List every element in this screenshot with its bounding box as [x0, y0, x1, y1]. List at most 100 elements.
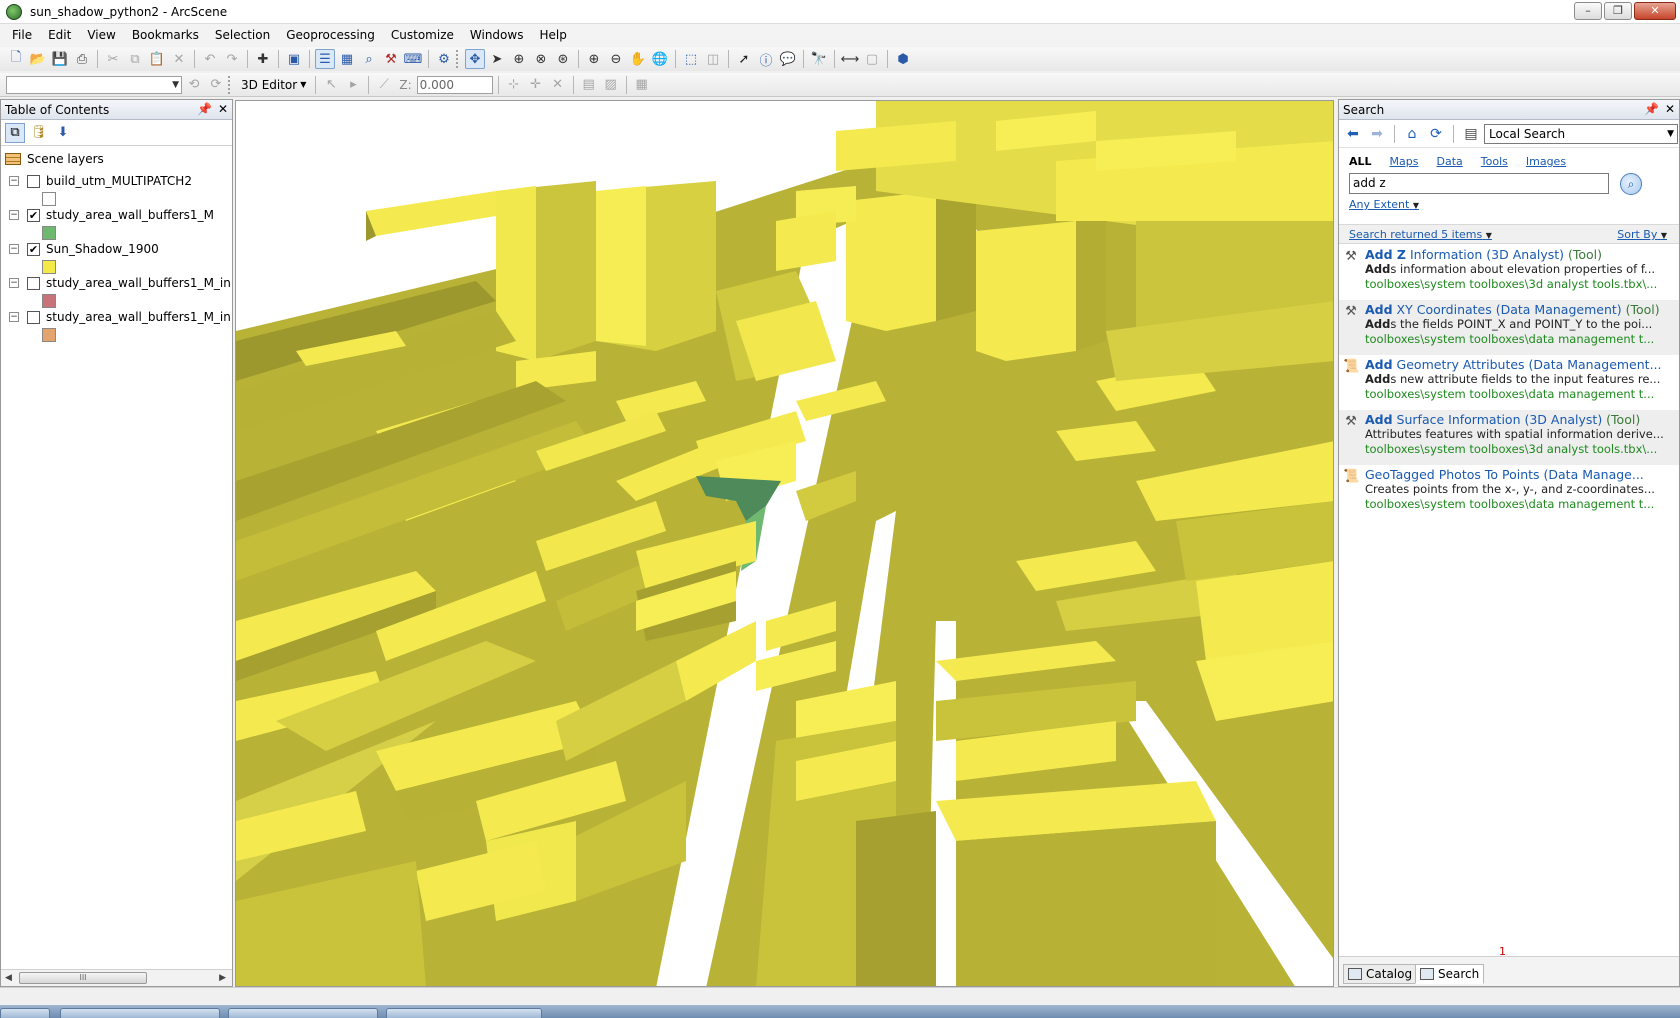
- move-icon[interactable]: ▸: [343, 75, 363, 95]
- navigate-icon[interactable]: ✥: [465, 49, 485, 69]
- toolbar-grip[interactable]: [228, 75, 232, 94]
- sketch-icon[interactable]: ⟋: [374, 75, 394, 95]
- layer-name[interactable]: build_utm_MULTIPATCH2: [46, 174, 231, 188]
- scroll-right-icon[interactable]: ▶: [219, 973, 226, 983]
- search-result[interactable]: 📜 GeoTagged Photos To Points (Data Manag…: [1339, 465, 1679, 520]
- menu-file[interactable]: File: [4, 25, 40, 45]
- python-window-icon[interactable]: ⌨: [403, 49, 423, 69]
- search-options-icon[interactable]: ▤: [1461, 124, 1481, 144]
- graphics-icon[interactable]: ▢: [862, 49, 882, 69]
- flicker-icon[interactable]: ⟳: [206, 75, 226, 95]
- pan-hand-icon[interactable]: ✋: [628, 49, 648, 69]
- filter-maps[interactable]: Maps: [1390, 155, 1419, 168]
- start-button[interactable]: [0, 1008, 50, 1018]
- undo-icon[interactable]: ↶: [200, 49, 220, 69]
- add-data-icon[interactable]: ✚: [253, 49, 273, 69]
- menu-geoprocessing[interactable]: Geoprocessing: [278, 25, 383, 45]
- layer-name[interactable]: study_area_wall_buffers1_M_inters: [46, 310, 231, 324]
- copy-icon[interactable]: ⧉: [125, 49, 145, 69]
- 3d-buildings-render[interactable]: [236, 101, 1334, 987]
- find-binoculars-icon[interactable]: 🔭: [809, 49, 829, 69]
- toolbar-grip[interactable]: [456, 50, 460, 68]
- z-value-input[interactable]: 0.000: [416, 75, 493, 94]
- tab-search[interactable]: Search: [1415, 964, 1485, 984]
- filter-images[interactable]: Images: [1526, 155, 1566, 168]
- catalog-window-icon[interactable]: ▦: [337, 49, 357, 69]
- result-title[interactable]: GeoTagged Photos To Points (Data Manage.…: [1365, 467, 1675, 482]
- back-arrow-icon[interactable]: ⬅: [1343, 124, 1363, 144]
- refresh-icon[interactable]: ⟳: [1426, 124, 1446, 144]
- layer-item[interactable]: − ✔ study_area_wall_buffers1_M: [9, 208, 231, 244]
- scene-properties-icon[interactable]: ▣: [284, 49, 304, 69]
- layer-symbol-swatch[interactable]: [42, 192, 56, 206]
- search-result[interactable]: 📜 Add Geometry Attributes (Data Manageme…: [1339, 355, 1679, 410]
- collapse-icon[interactable]: −: [9, 210, 19, 220]
- save-icon[interactable]: 💾: [50, 49, 70, 69]
- filter-all[interactable]: ALL: [1349, 155, 1372, 168]
- paste-icon[interactable]: 📋: [147, 49, 167, 69]
- layer-item[interactable]: − build_utm_MULTIPATCH2: [9, 174, 231, 210]
- fly-icon[interactable]: ➤: [487, 49, 507, 69]
- layer-item[interactable]: − study_area_wall_buffers1_M_inters: [9, 276, 231, 312]
- measure-icon[interactable]: ⟷: [840, 49, 860, 69]
- menu-edit[interactable]: Edit: [40, 25, 79, 45]
- menu-customize[interactable]: Customize: [383, 25, 462, 45]
- cut-icon[interactable]: ✂: [103, 49, 123, 69]
- swipe-icon[interactable]: ⟲: [184, 75, 204, 95]
- print-icon[interactable]: ⎙: [72, 49, 92, 69]
- toc-horizontal-scrollbar[interactable]: ◀ III ▶: [1, 969, 232, 986]
- menu-help[interactable]: Help: [531, 25, 574, 45]
- result-path[interactable]: toolboxes\system toolboxes\data manageme…: [1365, 332, 1673, 346]
- auto-hide-pin-icon[interactable]: 📌: [197, 102, 212, 116]
- rotate-icon[interactable]: ✕: [548, 75, 568, 95]
- collapse-icon[interactable]: −: [9, 244, 19, 254]
- create-features-icon[interactable]: ▦: [632, 75, 652, 95]
- zoom-in-icon[interactable]: ⊕: [584, 49, 604, 69]
- html-popup-icon[interactable]: 💬: [778, 49, 798, 69]
- result-title[interactable]: Add Surface Information (3D Analyst) (To…: [1365, 412, 1675, 427]
- sketch-properties-icon[interactable]: ▨: [601, 75, 621, 95]
- restore-button[interactable]: ❐: [1604, 2, 1632, 20]
- result-title[interactable]: Add XY Coordinates (Data Management) (To…: [1365, 302, 1675, 317]
- list-by-drawing-order-icon[interactable]: ⧉: [5, 122, 25, 143]
- zoom-to-target-icon[interactable]: ⊗: [531, 49, 551, 69]
- auto-hide-pin-icon[interactable]: 📌: [1644, 102, 1659, 116]
- full-extent-globe-icon[interactable]: 🌐: [650, 49, 670, 69]
- result-path[interactable]: toolboxes\system toolboxes\3d analyst to…: [1365, 442, 1673, 456]
- result-path[interactable]: toolboxes\system toolboxes\3d analyst to…: [1365, 277, 1673, 291]
- home-icon[interactable]: ⌂: [1402, 124, 1422, 144]
- search-scope-dropdown[interactable]: Local Search ▼: [1484, 124, 1678, 144]
- search-input[interactable]: add z: [1349, 173, 1609, 194]
- forward-arrow-icon[interactable]: ➡: [1367, 124, 1387, 144]
- layer-symbol-swatch[interactable]: [42, 294, 56, 308]
- layer-name[interactable]: study_area_wall_buffers1_M_inters: [46, 276, 231, 290]
- search-result[interactable]: ⚒ Add XY Coordinates (Data Management) (…: [1339, 300, 1679, 355]
- close-icon[interactable]: ✕: [1665, 102, 1675, 116]
- tab-catalog[interactable]: Catalog: [1343, 964, 1418, 984]
- layer-item[interactable]: − study_area_wall_buffers1_M_inters: [9, 310, 231, 346]
- redo-icon[interactable]: ↷: [222, 49, 242, 69]
- collapse-icon[interactable]: −: [9, 278, 19, 288]
- menu-bookmarks[interactable]: Bookmarks: [124, 25, 207, 45]
- delete-icon[interactable]: ✕: [169, 49, 189, 69]
- results-page-number[interactable]: 1: [1499, 945, 1506, 958]
- layer-visibility-checkbox[interactable]: [27, 175, 40, 188]
- set-observer-icon[interactable]: ⊛: [553, 49, 573, 69]
- extent-dropdown[interactable]: Any Extent ▼: [1349, 198, 1419, 211]
- filter-tools[interactable]: Tools: [1481, 155, 1508, 168]
- scroll-left-icon[interactable]: ◀: [5, 973, 12, 983]
- scene-view[interactable]: [235, 100, 1334, 987]
- result-title[interactable]: Add Z Information (3D Analyst) (Tool): [1365, 247, 1675, 262]
- layer-visibility-checkbox[interactable]: ✔: [27, 209, 40, 222]
- identify-info-icon[interactable]: ⓘ: [756, 49, 776, 69]
- select-features-icon[interactable]: ⬚: [681, 49, 701, 69]
- results-count[interactable]: Search returned 5 items ▼: [1349, 228, 1492, 241]
- layer-symbol-swatch[interactable]: [42, 260, 56, 274]
- collapse-icon[interactable]: −: [9, 176, 19, 186]
- layer-visibility-checkbox[interactable]: [27, 311, 40, 324]
- result-path[interactable]: toolboxes\system toolboxes\data manageme…: [1365, 387, 1673, 401]
- layer-visibility-checkbox[interactable]: ✔: [27, 243, 40, 256]
- split-icon[interactable]: ✛: [526, 75, 546, 95]
- filter-data[interactable]: Data: [1437, 155, 1463, 168]
- search-result[interactable]: ⚒ Add Surface Information (3D Analyst) (…: [1339, 410, 1679, 465]
